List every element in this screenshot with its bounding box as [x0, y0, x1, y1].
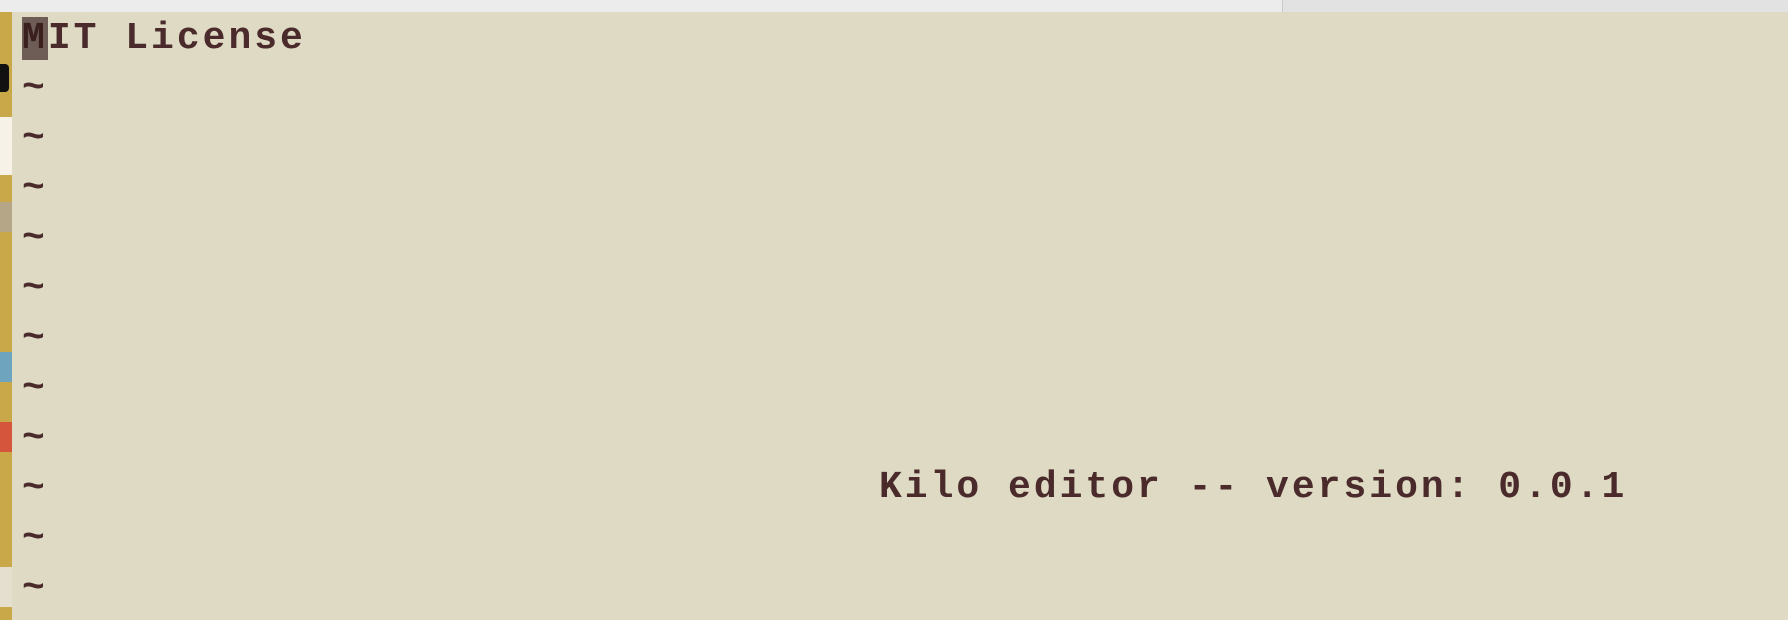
background-window-fragment: [0, 422, 12, 452]
empty-line-marker: ~: [22, 117, 48, 160]
empty-line-marker: ~: [22, 317, 48, 360]
empty-line-marker: ~: [22, 567, 48, 610]
empty-line-marker: ~: [22, 517, 48, 560]
background-window-fragment: [0, 567, 12, 607]
terminal-editor-area[interactable]: MIT License ~ ~ ~ ~ ~ ~ ~ ~ ~ ~ ~ Kilo e…: [12, 12, 1788, 620]
background-window-fragment: [0, 117, 12, 175]
welcome-message: Kilo editor -- version: 0.0.1: [879, 466, 1628, 509]
text-cursor: M: [22, 17, 48, 60]
empty-line-marker: ~: [22, 367, 48, 410]
empty-line-marker: ~: [22, 217, 48, 260]
window-tab-area: [1282, 0, 1788, 12]
empty-line-marker: ~: [22, 67, 48, 110]
background-window-fragment: [0, 64, 9, 92]
background-window-fragment: [0, 202, 12, 232]
background-window-edge: [0, 12, 12, 620]
editor-line-1: MIT License: [22, 14, 306, 64]
background-window-fragment: [0, 352, 12, 382]
empty-line-marker: ~: [22, 417, 48, 460]
empty-line-marker: ~: [22, 467, 48, 510]
empty-line-marker: ~: [22, 267, 48, 310]
empty-line-marker: ~: [22, 167, 48, 210]
editor-line-text: IT License: [47, 17, 306, 60]
